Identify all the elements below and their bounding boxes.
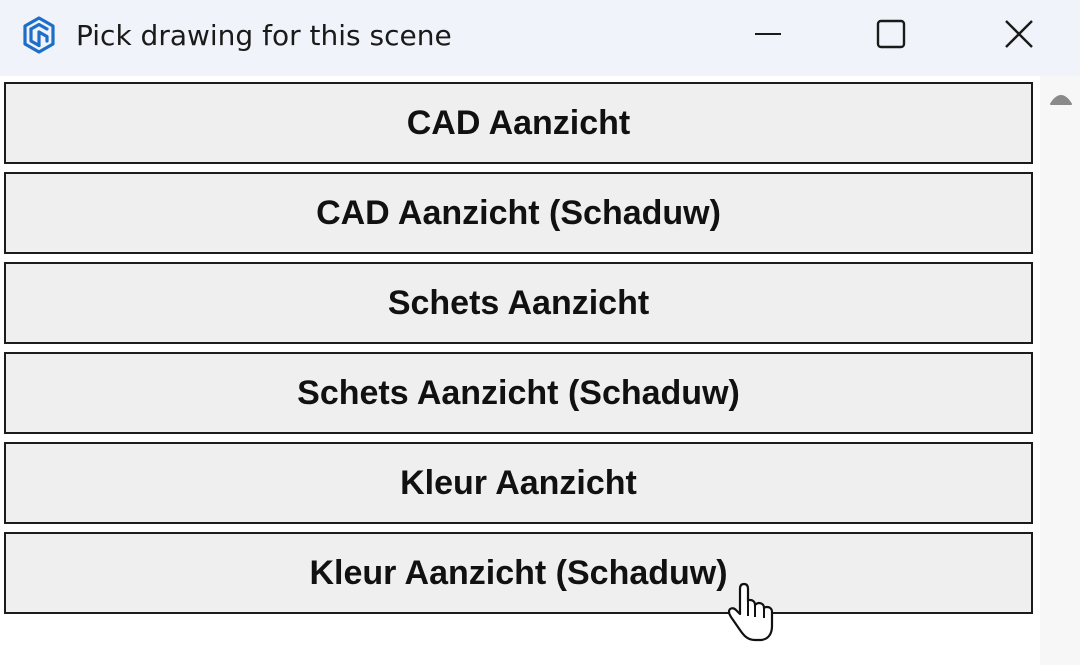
scene-list: CAD Aanzicht CAD Aanzicht (Schaduw) Sche… xyxy=(0,76,1040,665)
title-bar[interactable]: Pick drawing for this scene xyxy=(0,0,1080,76)
window-title: Pick drawing for this scene xyxy=(76,19,452,52)
pick-drawing-dialog: Pick drawing for this scene CAD Aanzicht… xyxy=(0,0,1080,665)
minimize-icon xyxy=(753,19,783,53)
vertical-scrollbar[interactable] xyxy=(1040,76,1080,665)
hand-pointer-cursor-icon xyxy=(722,580,778,644)
scene-button-kleur-aanzicht-schaduw[interactable]: Kleur Aanzicht (Schaduw) xyxy=(4,532,1033,614)
scene-button-cad-aanzicht-schaduw[interactable]: CAD Aanzicht (Schaduw) xyxy=(4,172,1033,254)
sketchup-logo-icon xyxy=(18,14,60,56)
maximize-button[interactable] xyxy=(859,0,923,72)
maximize-icon xyxy=(875,18,907,54)
scene-button-schets-aanzicht-schaduw[interactable]: Schets Aanzicht (Schaduw) xyxy=(4,352,1033,434)
close-button[interactable] xyxy=(987,0,1051,72)
scene-button-cad-aanzicht[interactable]: CAD Aanzicht xyxy=(4,82,1033,164)
scene-button-schets-aanzicht[interactable]: Schets Aanzicht xyxy=(4,262,1033,344)
close-icon xyxy=(1003,18,1035,54)
scroll-up-arrow-icon[interactable] xyxy=(1048,86,1074,108)
minimize-button[interactable] xyxy=(736,0,800,72)
scene-button-kleur-aanzicht[interactable]: Kleur Aanzicht xyxy=(4,442,1033,524)
